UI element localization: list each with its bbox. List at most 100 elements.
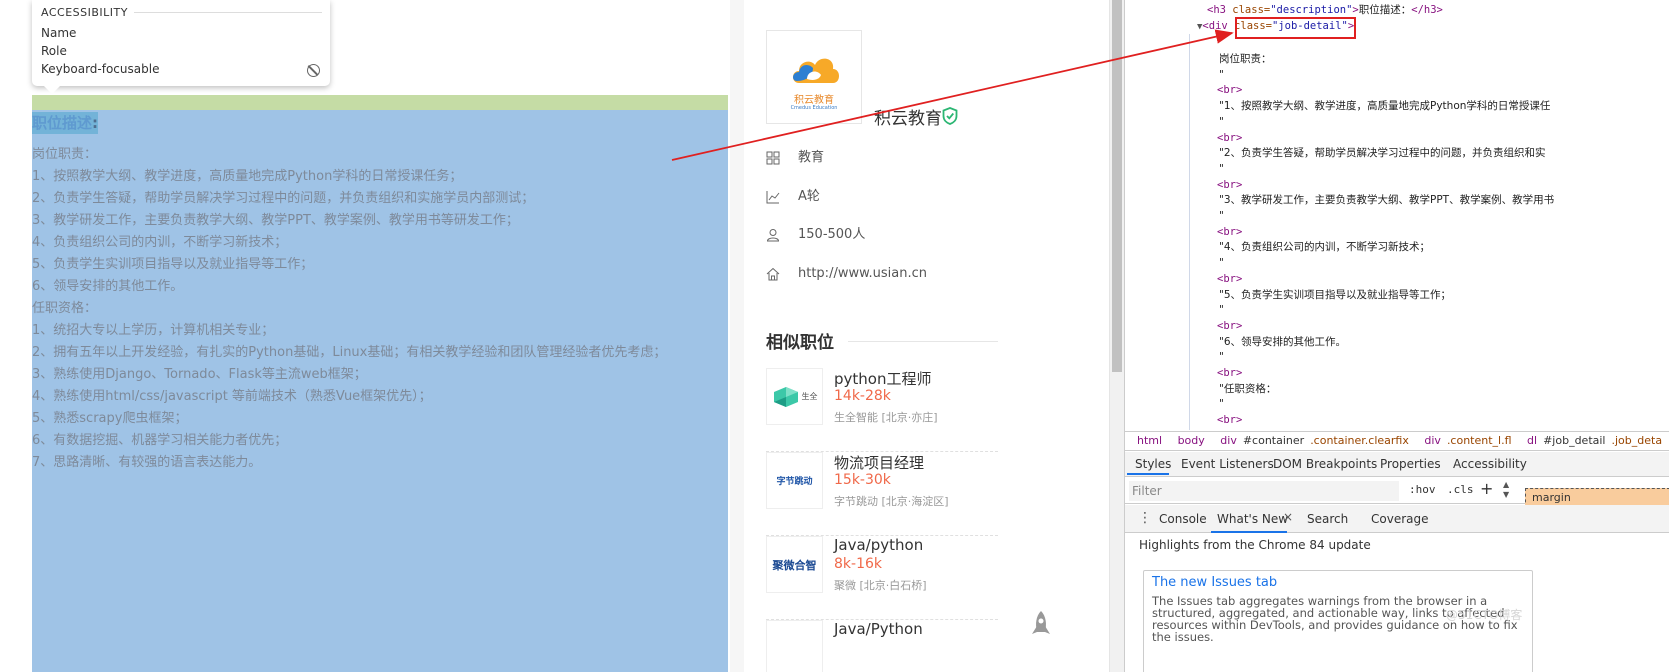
tab-console[interactable]: Console (1159, 512, 1207, 526)
job-description-heading: 职位描述: (32, 112, 99, 134)
job-description-line: 2、拥有五年以上开发经验，有扎实的Python基础，Linux基础；有相关教学经… (32, 345, 667, 360)
similar-job-item[interactable]: 聚微合智 Java/python 8k-16k 聚微 [北京·白石桥] (766, 536, 998, 620)
similar-job-logo (766, 620, 823, 672)
similar-job-logo: 字节跳动 (766, 452, 823, 509)
text-node[interactable]: " (1219, 35, 1224, 49)
job-detail-pane: 职位描述: 岗位职责： 1、按照教学大纲、教学进度，高质量地完成Python学科的… (0, 0, 730, 672)
hov-toggle[interactable]: :hov (1409, 483, 1436, 496)
shield-check-icon (942, 107, 958, 125)
active-tab-indicator (1127, 473, 1169, 475)
job-description-line: 任职资格： (32, 301, 98, 316)
similar-job-item[interactable]: Java/Python (766, 620, 998, 672)
h3-close-tag: </h3> (1411, 4, 1443, 16)
drawer-tab-bar: ⋮ Console What's New × Search Coverage (1125, 505, 1669, 533)
tab-event-listeners[interactable]: Event Listeners (1181, 457, 1274, 471)
styles-filter-input[interactable]: Filter (1129, 481, 1399, 501)
text-node[interactable]: " (1219, 209, 1224, 223)
similar-job-title[interactable]: Java/python (834, 536, 923, 554)
job-description-heading-text: 职位描述 (32, 114, 93, 132)
text-node[interactable]: "4、负责组织公司的内训，不断学习新技术； (1219, 240, 1430, 254)
tab-whats-new[interactable]: What's New (1217, 512, 1288, 526)
tab-search[interactable]: Search (1307, 512, 1348, 526)
text-node[interactable]: "1、按照教学大纲、教学进度，高质量地完成Python学科的日常授课任 (1219, 99, 1550, 113)
similar-job-title[interactable]: python工程师 (834, 368, 931, 389)
accessibility-divider (134, 12, 322, 13)
similar-job-salary: 14k-28k (834, 388, 891, 404)
br-node[interactable]: <br> (1217, 413, 1242, 427)
br-node[interactable]: <br> (1217, 366, 1242, 380)
job-description-line: 3、熟练使用Django、Tornado、Flask等主流web框架； (32, 367, 367, 382)
tab-styles[interactable]: Styles (1135, 457, 1171, 471)
text-node[interactable]: "3、教学研发工作，主要负责教学大纲、教学PPT、教学案例、教学用书 (1219, 193, 1554, 207)
text-node[interactable]: "2、负责学生答疑，帮助学员解决学习过程中的问题，并负责组织和实 (1219, 146, 1546, 160)
text-node[interactable]: " (1219, 303, 1224, 317)
tree-indent-guide (1189, 34, 1190, 430)
similar-job-item[interactable]: 字节跳动 物流项目经理 15k-30k 字节跳动 [北京·海淀区] (766, 452, 998, 536)
not-allowed-icon (307, 64, 320, 77)
job-description-line: 岗位职责： (32, 147, 98, 162)
company-sidebar: 积云教育 Cmedus Education 积云教育 教育 A轮 150-500… (744, 0, 1115, 672)
whats-new-header: Highlights from the Chrome 84 update (1139, 538, 1371, 552)
breadcrumb-item[interactable]: div #container .container.clearfix (1214, 434, 1409, 447)
page-gutter (730, 0, 744, 672)
tooltip-caret (44, 86, 60, 94)
text-node[interactable]: 岗位职责： (1219, 52, 1272, 66)
job-description-line: 4、负责组织公司的内训，不断学习新技术； (32, 235, 288, 250)
h3-description-node[interactable]: <h3 class="description">职位描述：</h3> (1207, 3, 1443, 17)
h3-attr-value: "description" (1270, 4, 1353, 16)
text-node[interactable]: "6、领导安排的其他工作。 (1219, 335, 1346, 349)
styles-filter-row: Filter :hov .cls + ▲ ▼ margin (1125, 478, 1669, 508)
br-node[interactable]: <br> (1217, 319, 1242, 333)
breadcrumb-item[interactable]: div .content_l.fl (1418, 434, 1511, 447)
tab-accessibility[interactable]: Accessibility (1453, 457, 1527, 471)
drawer-active-tab-indicator (1211, 531, 1287, 533)
tab-coverage[interactable]: Coverage (1371, 512, 1429, 526)
text-node[interactable]: " (1219, 397, 1224, 411)
text-node[interactable]: " (1219, 350, 1224, 364)
hexagon-logo-icon (773, 386, 798, 407)
text-node[interactable]: " (1219, 256, 1224, 270)
breadcrumb-item[interactable]: body (1172, 434, 1205, 447)
similar-job-salary: 8k-16k (834, 556, 882, 572)
annotation-highlight-box (1235, 17, 1356, 39)
breadcrumb-item[interactable]: dl #job_detail .job_deta (1521, 434, 1662, 447)
accessibility-row-focusable: Keyboard-focusable (41, 62, 160, 76)
h3-open-tag: <h3 (1207, 4, 1226, 16)
sidebar-toggle-icon[interactable]: ▲ ▼ (1503, 480, 1509, 500)
text-node[interactable]: " (1219, 162, 1224, 176)
similar-job-company: 聚微 [北京·白石桥] (834, 579, 927, 592)
text-node[interactable]: " (1219, 68, 1224, 82)
whats-new-card-title[interactable]: The new Issues tab (1152, 575, 1277, 590)
company-logo-text: 积云教育 (794, 95, 834, 106)
text-node[interactable]: "任职资格： (1219, 382, 1276, 396)
breadcrumb-class: .container.clearfix (1310, 434, 1409, 447)
similar-job-title[interactable]: 物流项目经理 (834, 452, 924, 473)
tab-dom-breakpoints[interactable]: DOM Breakpoints (1273, 457, 1377, 471)
job-description-line: 5、负责学生实训项目指导以及就业指导等工作； (32, 257, 314, 272)
new-style-rule-button[interactable]: + (1480, 479, 1493, 498)
tab-properties[interactable]: Properties (1380, 457, 1441, 471)
br-node[interactable]: <br> (1217, 131, 1242, 145)
br-node[interactable]: <br> (1217, 83, 1242, 97)
text-node[interactable]: " (1219, 115, 1224, 129)
text-node[interactable]: "5、负责学生实训项目指导以及就业指导等工作； (1219, 288, 1451, 302)
company-website-link[interactable]: http://www.usian.cn (798, 263, 927, 285)
breadcrumb-item[interactable]: html (1131, 434, 1162, 447)
br-node[interactable]: <br> (1217, 178, 1242, 192)
breadcrumb-tag: body (1177, 434, 1205, 447)
page-scrollbar-thumb[interactable] (1112, 0, 1122, 372)
company-name[interactable]: 积云教育 (874, 104, 942, 129)
rocket-icon[interactable] (1030, 610, 1052, 640)
br-node[interactable]: <br> (1217, 272, 1242, 286)
h3-attr-name: class= (1225, 4, 1271, 16)
br-node[interactable]: <br> (1217, 225, 1242, 239)
more-vertical-icon[interactable]: ⋮ (1138, 510, 1152, 526)
cls-toggle[interactable]: .cls (1447, 483, 1474, 496)
company-logo[interactable]: 积云教育 Cmedus Education (766, 30, 862, 124)
job-description-line: 5、熟悉scrapy爬虫框架； (32, 411, 188, 426)
close-icon[interactable]: × (1283, 510, 1293, 524)
similar-job-title[interactable]: Java/Python (834, 620, 923, 638)
accessibility-title: ACCESSIBILITY (41, 6, 128, 19)
similar-job-item[interactable]: 生全 python工程师 14k-28k 生全智能 [北京·亦庄] (766, 368, 998, 452)
job-description-line: 4、熟练使用html/css/javascript 等前端技术（熟悉Vue框架优… (32, 389, 432, 404)
